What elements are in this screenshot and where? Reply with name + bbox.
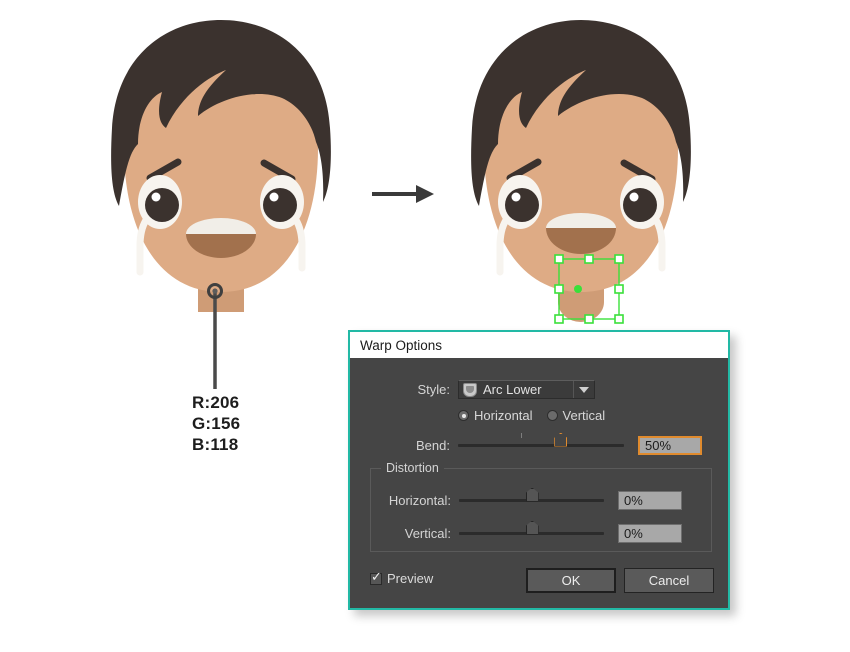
handle-mr: [614, 284, 624, 294]
radio-horizontal-label: Horizontal: [474, 408, 533, 423]
bend-slider-thumb[interactable]: [554, 432, 568, 447]
eye-right-highlight: [269, 192, 279, 202]
chevron-down-icon[interactable]: [573, 381, 594, 398]
handle-br: [614, 314, 624, 324]
distortion-vertical-slider[interactable]: [459, 520, 604, 542]
orientation-row: Horizontal Vertical: [350, 408, 728, 423]
radio-horizontal-dot[interactable]: [458, 410, 469, 421]
style-value: Arc Lower: [483, 382, 542, 397]
selection-bounding-box[interactable]: [553, 253, 625, 325]
bend-slider-track: [458, 444, 624, 447]
handle-bl: [554, 314, 564, 324]
dialog-footer: Preview OK Cancel: [350, 568, 728, 594]
rgb-green-line: G:156: [192, 414, 241, 433]
distortion-group: Distortion Horizontal: 0% Vertical: 0%: [370, 461, 712, 552]
rgb-red-line: R:206: [192, 393, 240, 412]
preview-label: Preview: [387, 571, 434, 586]
eye-right-highlight: [629, 192, 639, 202]
transform-center-point: [574, 285, 582, 293]
rgb-blue-line: B:118: [192, 435, 239, 454]
pin-core: [212, 288, 218, 294]
distortion-horizontal-field[interactable]: 0%: [618, 491, 682, 510]
distortion-vertical-thumb[interactable]: [525, 520, 539, 535]
distortion-horizontal-value: 0%: [624, 493, 643, 508]
ok-button[interactable]: OK: [526, 568, 616, 593]
radio-vertical-dot[interactable]: [546, 410, 558, 421]
bend-value: 50%: [645, 438, 672, 453]
dialog-titlebar: Warp Options: [350, 332, 728, 358]
color-readout: R:206 G:156 B:118: [192, 392, 240, 455]
eye-right-pupil: [623, 188, 657, 222]
bend-value-field[interactable]: 50%: [638, 436, 702, 455]
eye-left-pupil: [505, 188, 539, 222]
radio-vertical-label: Vertical: [562, 408, 606, 423]
dialog-title: Warp Options: [360, 337, 443, 353]
ok-button-label: OK: [561, 573, 581, 588]
transform-arrow: [372, 185, 434, 203]
preview-checkbox[interactable]: Preview: [370, 570, 434, 586]
distortion-vertical-row: Vertical: 0%: [371, 520, 711, 543]
style-row: Style: Arc Lower: [350, 380, 728, 399]
style-dropdown[interactable]: Arc Lower: [458, 380, 595, 399]
radio-vertical[interactable]: Vertical: [546, 408, 606, 423]
warp-options-dialog: Warp Options Style: Arc Lower Horizontal: [348, 330, 730, 610]
bend-label: Bend:: [416, 438, 450, 453]
handle-tc: [584, 254, 594, 264]
distortion-horizontal-slider[interactable]: [459, 487, 604, 509]
eye-left-highlight: [511, 192, 521, 202]
eye-right-pupil: [263, 188, 297, 222]
cancel-button-label: Cancel: [648, 573, 690, 588]
arc-lower-glyph-icon: [463, 382, 477, 397]
handle-tl: [554, 254, 564, 264]
tear-left: [136, 216, 150, 276]
bend-slider[interactable]: [458, 432, 624, 454]
distortion-horizontal-row: Horizontal: 0%: [371, 487, 711, 510]
handle-ml: [554, 284, 564, 294]
distortion-horizontal-thumb[interactable]: [525, 487, 539, 502]
handle-tr: [614, 254, 624, 264]
bend-row: Bend: 50%: [350, 432, 728, 455]
distortion-vertical-field[interactable]: 0%: [618, 524, 682, 543]
handle-bc: [584, 314, 594, 324]
distortion-legend: Distortion: [381, 461, 444, 475]
color-pin-leader: [207, 283, 223, 389]
cancel-button[interactable]: Cancel: [624, 568, 714, 593]
tear-left: [496, 216, 510, 276]
preview-checkbox-box[interactable]: [370, 570, 382, 585]
arrow-head: [416, 185, 434, 203]
style-label: Style:: [417, 382, 450, 397]
distortion-vertical-value: 0%: [624, 526, 643, 541]
distortion-vertical-label: Vertical:: [404, 526, 451, 541]
eye-left-highlight: [151, 192, 161, 202]
eye-left-pupil: [145, 188, 179, 222]
radio-horizontal[interactable]: Horizontal: [458, 408, 533, 423]
bend-slider-tick: [521, 432, 523, 438]
distortion-horizontal-label: Horizontal:: [388, 493, 451, 508]
dialog-body: Style: Arc Lower Horizontal Vertical Ben…: [350, 358, 728, 608]
